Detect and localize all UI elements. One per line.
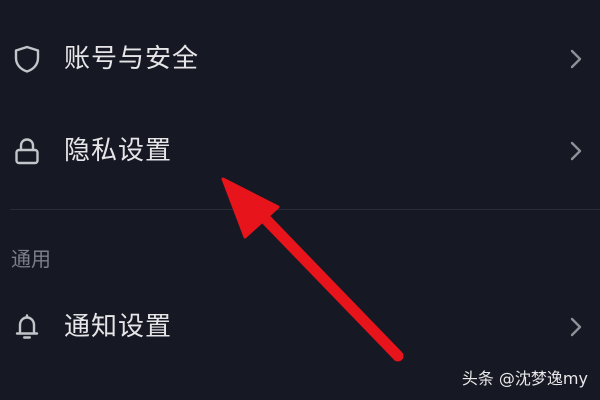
settings-screen: 账号与安全 隐私设置 通用 通知设置 头条 @沈梦逸my [0, 0, 600, 400]
watermark: 头条 @沈梦逸my [461, 369, 588, 388]
chevron-right-icon [566, 139, 586, 163]
shield-icon [11, 43, 43, 75]
settings-item-label: 通知设置 [64, 312, 173, 342]
settings-item-label: 隐私设置 [64, 136, 173, 166]
lock-icon [11, 135, 43, 167]
chevron-right-icon [566, 315, 586, 339]
section-header-general: 通用 [11, 247, 51, 271]
chevron-right-icon [566, 47, 586, 71]
settings-item-notifications[interactable]: 通知设置 [0, 293, 600, 363]
section-divider [10, 209, 600, 210]
bell-icon [11, 311, 43, 343]
settings-item-account-security[interactable]: 账号与安全 [0, 25, 600, 95]
settings-item-label: 账号与安全 [64, 44, 200, 74]
settings-item-privacy[interactable]: 隐私设置 [0, 117, 600, 187]
top-edge [0, 0, 600, 8]
